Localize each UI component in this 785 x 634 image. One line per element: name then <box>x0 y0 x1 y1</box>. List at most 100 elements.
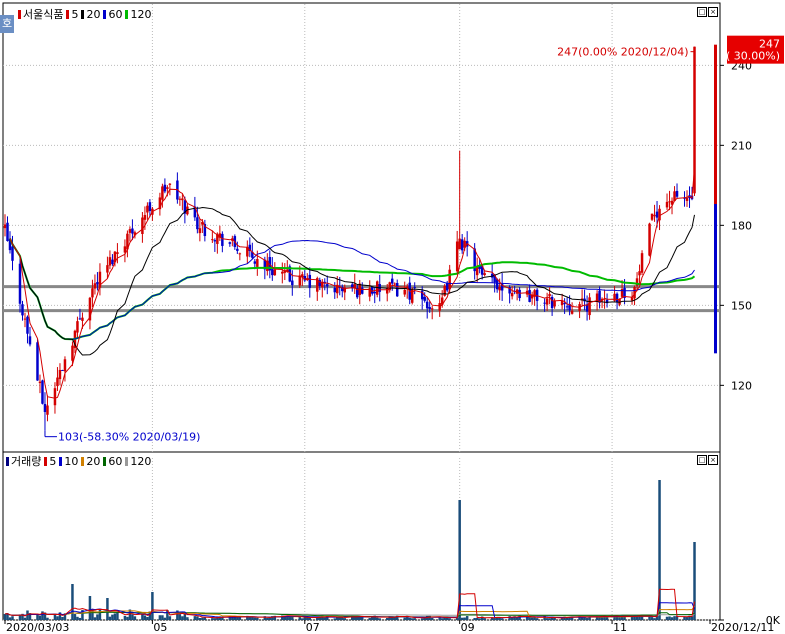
volume-bar <box>410 618 414 620</box>
volume-legend-item: 120 <box>125 455 151 468</box>
volume-bar <box>443 617 446 620</box>
candle-body <box>588 297 591 316</box>
candle-body <box>438 303 441 311</box>
candle-body <box>18 263 22 304</box>
volume-legend-swatch <box>44 457 48 466</box>
candle-body <box>665 201 669 208</box>
volume-bar <box>653 618 656 620</box>
volume-bar <box>640 616 644 620</box>
volume-bar <box>111 614 114 620</box>
candle-body <box>38 381 42 384</box>
volume-bar <box>665 616 669 620</box>
volume-bar <box>353 617 356 620</box>
candle-body <box>58 369 62 380</box>
candle-body <box>445 282 449 291</box>
price-legend: 서울식품 5 20 60 120 <box>18 8 154 22</box>
candle-body <box>28 336 32 345</box>
price-y-tick-label: 210 <box>731 139 752 152</box>
candle-body <box>256 259 259 267</box>
candle-body <box>430 308 434 310</box>
chart-canvas: 120150180210240247(0.00% 2020/12/04)103(… <box>2 2 784 634</box>
candle-body <box>148 202 152 212</box>
side-tab[interactable]: 호 <box>0 15 14 33</box>
price-legend-swatch <box>125 10 129 19</box>
candle-body <box>615 293 619 303</box>
candle-body <box>518 289 521 299</box>
candle-body <box>373 291 376 294</box>
volume-bar <box>161 615 164 620</box>
candle-body <box>375 281 379 295</box>
candle-body <box>11 246 14 261</box>
volume-bar <box>473 617 476 620</box>
price-legend-label: 60 <box>108 8 123 21</box>
volume-legend-swatch <box>59 457 63 466</box>
volume-bar <box>213 618 217 620</box>
volume-bar <box>251 617 254 620</box>
candle-body <box>291 280 294 286</box>
candle-body <box>71 345 74 361</box>
price-legend-item: 120 <box>125 8 151 21</box>
volume-bar <box>61 616 64 620</box>
x-axis-tick-label: 09 <box>461 621 475 634</box>
candle-body <box>116 252 119 255</box>
candle-body <box>36 342 39 381</box>
candle-body <box>221 233 224 246</box>
volume-bar <box>196 616 199 620</box>
volume-bar <box>186 617 189 620</box>
volume-bar <box>460 617 464 620</box>
volume-bar <box>548 618 551 620</box>
price-panel-maximize-button[interactable]: □ <box>697 7 707 17</box>
volume-bar <box>403 617 406 620</box>
volume-bar <box>71 584 74 620</box>
price-y-tick-label: 150 <box>731 299 752 312</box>
volume-panel-maximize-button[interactable]: □ <box>697 455 707 465</box>
candle-body <box>548 294 551 297</box>
volume-bar <box>151 592 154 620</box>
volume-bar <box>146 617 149 620</box>
candle-body <box>390 278 394 284</box>
volume-bar <box>143 615 147 620</box>
volume-bar <box>550 617 554 620</box>
price-panel-close-button[interactable]: × <box>708 7 718 17</box>
volume-bar <box>298 616 302 620</box>
volume-bar <box>420 618 424 620</box>
candle-body <box>403 289 406 295</box>
candle-body <box>213 240 217 242</box>
volume-bar <box>231 617 234 620</box>
candle-body <box>238 253 242 255</box>
candle-body <box>53 388 57 406</box>
volume-panel-close-button[interactable]: × <box>708 455 718 465</box>
candle-body <box>111 259 114 265</box>
volume-bar <box>238 617 242 620</box>
candle-body <box>141 217 144 234</box>
volume-bar <box>23 617 27 620</box>
volume-legend-swatch <box>125 457 129 466</box>
volume-legend-label: 20 <box>86 455 101 468</box>
candle-body <box>413 287 416 289</box>
volume-bar <box>378 618 381 620</box>
candle-body <box>395 283 399 297</box>
price-legend-label: 20 <box>86 8 101 21</box>
candle-body <box>668 201 671 203</box>
volume-bar <box>168 616 172 620</box>
volume-bar <box>308 617 312 620</box>
candle-body <box>595 293 599 301</box>
candle-body <box>236 248 239 251</box>
volume-bar <box>533 617 536 620</box>
volume-legend-swatch <box>103 457 107 466</box>
volume-bar <box>123 615 127 620</box>
volume-legend-item: 20 <box>81 455 100 468</box>
candle-body <box>143 215 147 220</box>
volume-legend-swatch <box>6 457 9 466</box>
volume-bar <box>545 618 549 620</box>
volume-bar <box>301 618 304 620</box>
volume-bar <box>96 614 99 620</box>
candle-body <box>455 241 459 272</box>
volume-bar <box>685 617 689 620</box>
candle-body <box>533 290 536 297</box>
candle-body <box>108 257 112 266</box>
candle-body <box>458 238 461 250</box>
volume-bar <box>133 616 137 620</box>
candle-body <box>168 183 172 185</box>
volume-bar <box>3 613 7 620</box>
